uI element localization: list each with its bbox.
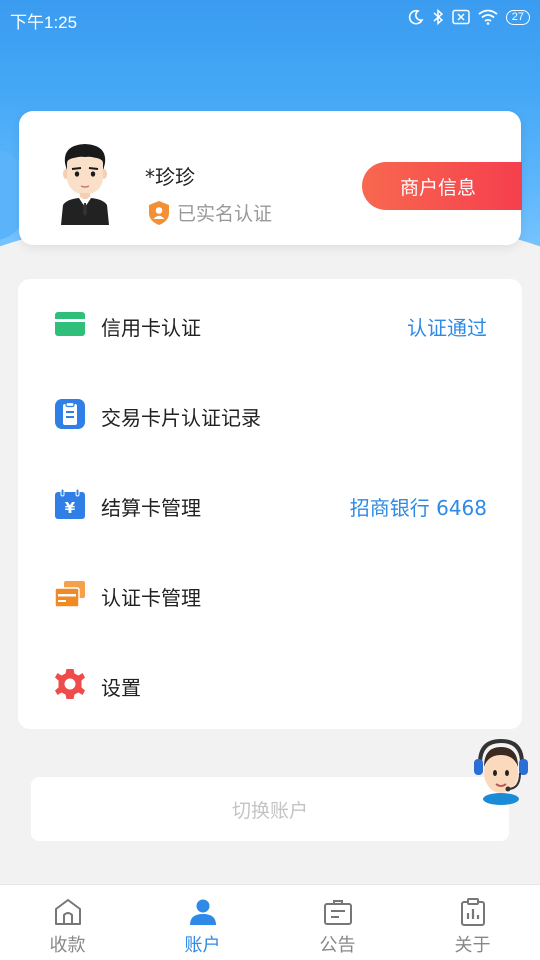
menu-item-settlement-card[interactable]: ¥ 结算卡管理 招商银行 6468 [18, 459, 522, 549]
menu-item-transaction-records[interactable]: 交易卡片认证记录 [18, 369, 522, 459]
tab-label: 账户 [184, 935, 221, 956]
profile-card: *珍珍 已实名认证 商户信息 [19, 111, 522, 245]
tab-label: 收款 [49, 935, 86, 956]
menu-card: 信用卡认证 认证通过 交易卡片认证记录 ¥ 结算卡管理 招商银行 6468 认证… [18, 279, 522, 729]
menu-item-label: 交易卡片认证记录 [101, 406, 261, 430]
switch-account-button[interactable]: 切换账户 [31, 777, 509, 841]
credit-card-icon [55, 312, 85, 336]
menu-item-credit-card-verify[interactable]: 信用卡认证 认证通过 [18, 279, 522, 369]
avatar [61, 144, 109, 225]
settlement-bank-value: 招商银行 6468 [349, 496, 487, 520]
wifi-icon [478, 9, 498, 25]
bluetooth-icon [433, 8, 443, 26]
gear-icon [55, 669, 85, 699]
verified-label: 已实名认证 [177, 203, 273, 225]
tab-about[interactable]: 关于 [405, 885, 540, 960]
merchant-info-button[interactable]: 商户信息 [362, 162, 522, 210]
calendar-yen-icon: ¥ [55, 488, 85, 519]
chart-clipboard-icon [460, 898, 485, 926]
moon-icon [408, 9, 424, 25]
clipboard-icon [55, 399, 85, 429]
customer-service-icon[interactable] [468, 733, 534, 805]
menu-item-verified-cards[interactable]: 认证卡管理 [18, 549, 522, 639]
tab-label: 公告 [319, 935, 356, 956]
user-name: *珍珍 [145, 165, 195, 189]
menu-item-label: 设置 [101, 676, 141, 700]
menu-item-label: 认证卡管理 [101, 586, 201, 610]
status-icons: 27 [408, 8, 530, 26]
user-icon [189, 899, 216, 925]
status-time: 下午1:25 [10, 13, 78, 32]
tab-notice[interactable]: 公告 [270, 885, 405, 960]
menu-item-label: 信用卡认证 [101, 316, 201, 340]
bottom-tab-bar: 收款 账户 公告 关于 [0, 884, 540, 960]
tab-collect[interactable]: 收款 [0, 885, 135, 960]
tab-account[interactable]: 账户 [135, 885, 270, 960]
notice-icon [323, 900, 352, 925]
svg-text:¥: ¥ [65, 499, 76, 517]
sim-off-icon [452, 9, 470, 25]
menu-item-label: 结算卡管理 [101, 496, 201, 520]
credit-card-status: 认证通过 [407, 316, 487, 340]
status-bar: 下午1:25 27 [0, 0, 540, 36]
battery-indicator: 27 [505, 9, 530, 25]
home-icon [54, 899, 81, 925]
cards-icon [54, 581, 85, 608]
menu-item-settings[interactable]: 设置 [18, 639, 522, 729]
verified-shield-icon [149, 200, 169, 225]
verification-status: 已实名认证 [147, 199, 272, 226]
tab-label: 关于 [454, 935, 491, 956]
